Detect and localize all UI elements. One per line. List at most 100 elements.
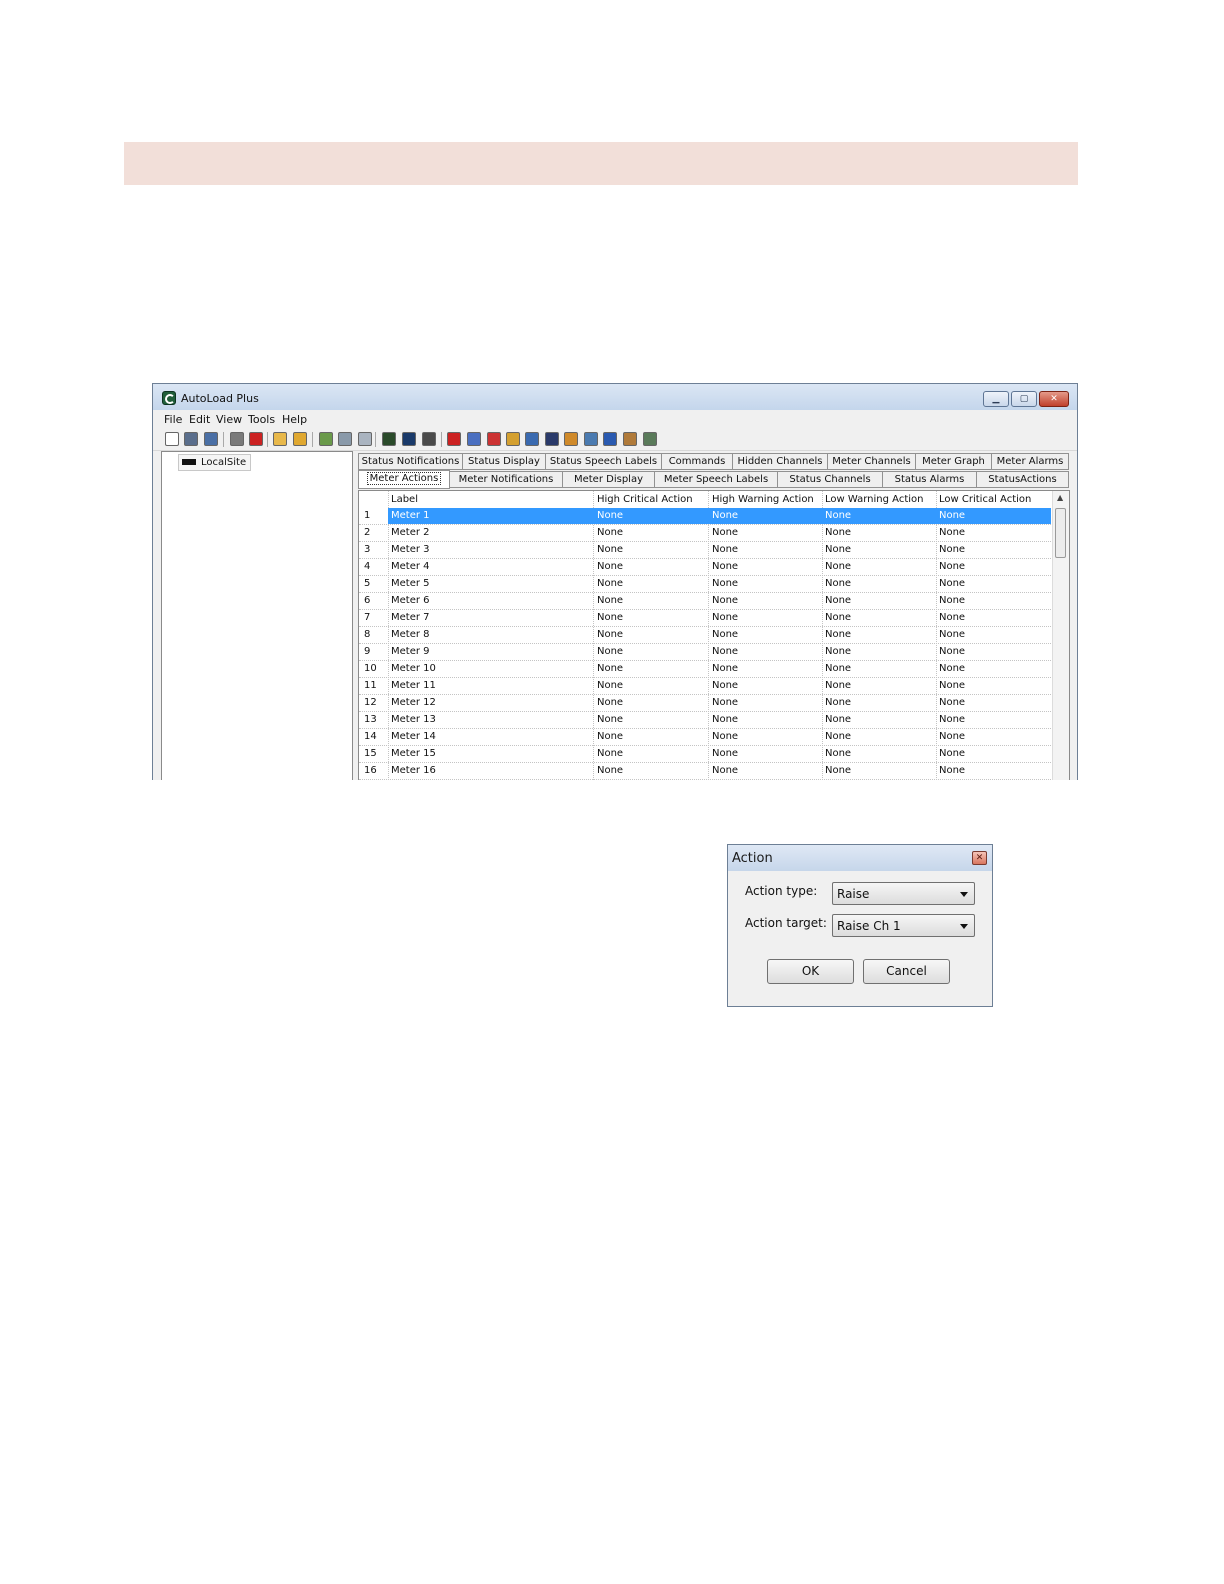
low-warning-action[interactable]: None xyxy=(825,629,851,640)
low-warning-action[interactable]: None xyxy=(825,714,851,725)
channels-icon[interactable] xyxy=(487,432,501,446)
high-warning-action[interactable]: None xyxy=(712,731,738,742)
meter-label[interactable]: Meter 14 xyxy=(391,731,436,742)
device-remove-icon[interactable] xyxy=(422,432,436,446)
new-file-icon[interactable] xyxy=(165,432,179,446)
tools-icon[interactable] xyxy=(564,432,578,446)
low-critical-action[interactable]: None xyxy=(939,578,965,589)
high-warning-action[interactable]: None xyxy=(712,663,738,674)
ok-button[interactable]: OK xyxy=(767,959,854,984)
remote-icon[interactable] xyxy=(545,432,559,446)
high-critical-action[interactable]: None xyxy=(597,527,623,538)
low-critical-action[interactable]: None xyxy=(939,646,965,657)
low-warning-action[interactable]: None xyxy=(825,544,851,555)
tab-meter-channels[interactable]: Meter Channels xyxy=(827,453,916,470)
action-target-select[interactable]: Raise Ch 1 xyxy=(832,914,975,937)
table-row[interactable]: 13 Meter 13 None None None None xyxy=(359,712,1051,729)
high-warning-action[interactable]: None xyxy=(712,595,738,606)
table-row[interactable]: 8 Meter 8 None None None None xyxy=(359,627,1051,644)
table-row[interactable]: 15 Meter 15 None None None None xyxy=(359,746,1051,763)
tab-status-actions[interactable]: StatusActions xyxy=(976,471,1069,488)
scroll-up-arrow-icon[interactable]: ▲ xyxy=(1057,493,1063,502)
minimize-button[interactable]: ▁ xyxy=(983,391,1009,407)
low-critical-action[interactable]: None xyxy=(939,595,965,606)
high-warning-action[interactable]: None xyxy=(712,612,738,623)
high-critical-action[interactable]: None xyxy=(597,731,623,742)
tab-hidden-channels[interactable]: Hidden Channels xyxy=(732,453,828,470)
table-row[interactable]: 12 Meter 12 None None None None xyxy=(359,695,1051,712)
import-icon[interactable] xyxy=(338,432,352,446)
high-critical-action[interactable]: None xyxy=(597,561,623,572)
high-critical-action[interactable]: None xyxy=(597,663,623,674)
low-critical-action[interactable]: None xyxy=(939,561,965,572)
table-row[interactable]: 10 Meter 10 None None None None xyxy=(359,661,1051,678)
column-header-low-critical[interactable]: Low Critical Action xyxy=(939,494,1031,505)
low-critical-action[interactable]: None xyxy=(939,663,965,674)
low-warning-action[interactable]: None xyxy=(825,765,851,776)
high-critical-action[interactable]: None xyxy=(597,697,623,708)
menu-help[interactable]: Help xyxy=(282,413,307,426)
low-warning-action[interactable]: None xyxy=(825,646,851,657)
low-warning-action[interactable]: None xyxy=(825,527,851,538)
low-critical-action[interactable]: None xyxy=(939,527,965,538)
meter-label[interactable]: Meter 1 xyxy=(391,510,430,521)
low-critical-action[interactable]: None xyxy=(939,697,965,708)
tab-status-notifications[interactable]: Status Notifications xyxy=(358,453,463,470)
tab-status-alarms[interactable]: Status Alarms xyxy=(882,471,977,488)
low-warning-action[interactable]: None xyxy=(825,510,851,521)
meter-label[interactable]: Meter 11 xyxy=(391,680,436,691)
delete-icon[interactable] xyxy=(249,432,263,446)
table-row[interactable]: 6 Meter 6 None None None None xyxy=(359,593,1051,610)
table-row[interactable]: 9 Meter 9 None None None None xyxy=(359,644,1051,661)
table-row[interactable]: 3 Meter 3 None None None None xyxy=(359,542,1051,559)
high-warning-action[interactable]: None xyxy=(712,578,738,589)
high-critical-action[interactable]: None xyxy=(597,629,623,640)
low-critical-action[interactable]: None xyxy=(939,714,965,725)
low-critical-action[interactable]: None xyxy=(939,765,965,776)
meter-label[interactable]: Meter 10 xyxy=(391,663,436,674)
tab-status-channels[interactable]: Status Channels xyxy=(777,471,883,488)
open-folder-icon[interactable] xyxy=(293,432,307,446)
low-warning-action[interactable]: None xyxy=(825,595,851,606)
table-row[interactable]: 11 Meter 11 None None None None xyxy=(359,678,1051,695)
dialog-close-button[interactable]: ✕ xyxy=(972,851,987,865)
meter-label[interactable]: Meter 15 xyxy=(391,748,436,759)
filter-icon[interactable] xyxy=(230,432,244,446)
scroll-thumb[interactable] xyxy=(1055,508,1066,558)
low-warning-action[interactable]: None xyxy=(825,561,851,572)
high-warning-action[interactable]: None xyxy=(712,680,738,691)
column-header-high-critical[interactable]: High Critical Action xyxy=(597,494,693,505)
high-critical-action[interactable]: None xyxy=(597,748,623,759)
menu-view[interactable]: View xyxy=(216,413,242,426)
users-icon[interactable] xyxy=(623,432,637,446)
low-warning-action[interactable]: None xyxy=(825,578,851,589)
tab-status-speech-labels[interactable]: Status Speech Labels xyxy=(545,453,662,470)
clock-icon[interactable] xyxy=(603,432,617,446)
meter-label[interactable]: Meter 13 xyxy=(391,714,436,725)
table-row[interactable]: 2 Meter 2 None None None None xyxy=(359,525,1051,542)
grid-icon[interactable] xyxy=(467,432,481,446)
maximize-button[interactable]: ▢ xyxy=(1011,391,1037,407)
high-warning-action[interactable]: None xyxy=(712,748,738,759)
high-critical-action[interactable]: None xyxy=(597,680,623,691)
tab-meter-display[interactable]: Meter Display xyxy=(562,471,655,488)
low-critical-action[interactable]: None xyxy=(939,748,965,759)
low-warning-action[interactable]: None xyxy=(825,731,851,742)
site-tree[interactable]: LocalSite xyxy=(161,451,353,780)
high-warning-action[interactable]: None xyxy=(712,527,738,538)
high-warning-action[interactable]: None xyxy=(712,561,738,572)
high-warning-action[interactable]: None xyxy=(712,544,738,555)
high-warning-action[interactable]: None xyxy=(712,714,738,725)
high-critical-action[interactable]: None xyxy=(597,714,623,725)
device-add-icon[interactable] xyxy=(382,432,396,446)
high-critical-action[interactable]: None xyxy=(597,646,623,657)
calendar-icon[interactable] xyxy=(643,432,657,446)
meter-label[interactable]: Meter 6 xyxy=(391,595,430,606)
menu-file[interactable]: File xyxy=(164,413,182,426)
tab-meter-notifications[interactable]: Meter Notifications xyxy=(449,471,563,488)
low-critical-action[interactable]: None xyxy=(939,510,965,521)
low-warning-action[interactable]: None xyxy=(825,612,851,623)
low-critical-action[interactable]: None xyxy=(939,731,965,742)
low-critical-action[interactable]: None xyxy=(939,544,965,555)
meter-label[interactable]: Meter 2 xyxy=(391,527,430,538)
